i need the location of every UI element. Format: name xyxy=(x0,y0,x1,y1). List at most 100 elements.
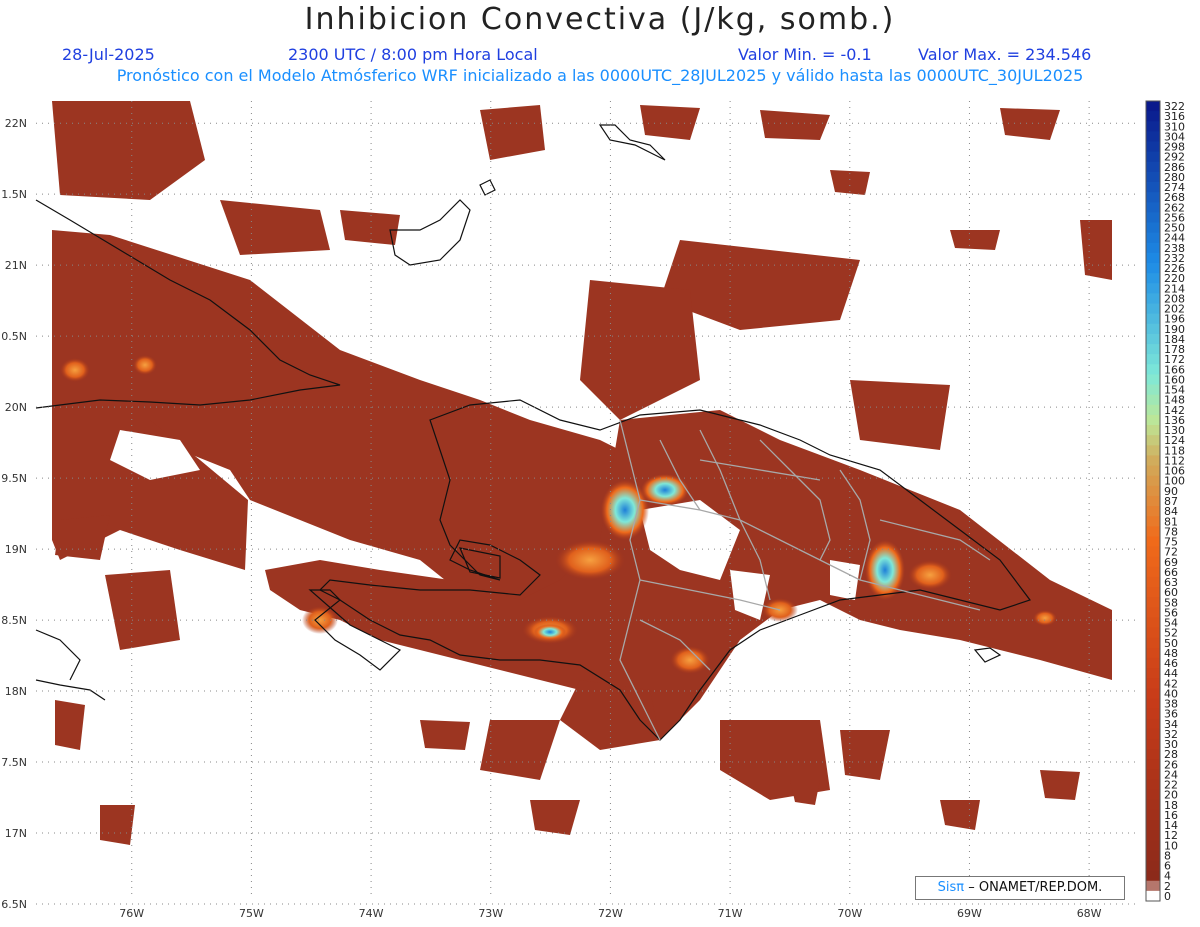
lon-tick-label: 68W xyxy=(1077,907,1102,920)
colorbar-swatch xyxy=(1146,880,1160,892)
colorbar-swatch xyxy=(1146,556,1160,568)
colorbar-swatch xyxy=(1146,678,1160,689)
onamet-logo: Sisπ – ONAMET/REP.DOM. xyxy=(915,876,1125,900)
colorbar-swatch xyxy=(1146,495,1160,507)
colorbar-swatch xyxy=(1146,698,1160,710)
colorbar-swatch xyxy=(1146,232,1160,244)
lat-tick-label: 7.5N xyxy=(1,756,27,769)
colorbar-swatch xyxy=(1146,789,1160,801)
colorbar-swatch xyxy=(1146,779,1160,791)
colorbar-swatch xyxy=(1146,546,1160,558)
colorbar-swatch xyxy=(1146,637,1160,649)
colorbar-swatch xyxy=(1146,313,1160,325)
colorbar-swatch xyxy=(1146,576,1160,588)
sis-brand: Sisπ xyxy=(937,880,965,895)
colorbar-swatch xyxy=(1146,151,1160,163)
lat-tick-label: 22N xyxy=(5,117,27,130)
colorbar-swatch xyxy=(1146,870,1160,882)
colorbar-swatch xyxy=(1146,617,1160,629)
colorbar-swatch xyxy=(1146,374,1160,386)
cin-map: 76W 75W 74W 73W 72W 71W 70W 69W 68W 22N 1.5N 21N 0.5… xyxy=(1,100,1185,920)
colorbar-swatch xyxy=(1146,222,1160,234)
colorbar-swatch xyxy=(1146,627,1160,639)
colorbar-swatch xyxy=(1146,860,1160,872)
colorbar-swatch xyxy=(1146,364,1160,375)
lon-tick-label: 75W xyxy=(239,907,264,920)
colorbar-swatch xyxy=(1146,516,1160,527)
colorbar-swatch xyxy=(1146,647,1160,659)
lon-tick-label: 70W xyxy=(837,907,862,920)
colorbar-swatch xyxy=(1146,273,1160,284)
colorbar-label: 0 xyxy=(1164,890,1171,903)
lon-tick-label: 72W xyxy=(598,907,623,920)
colorbar-swatch xyxy=(1146,131,1160,143)
colorbar-swatch xyxy=(1146,688,1160,699)
colorbar-swatch xyxy=(1146,323,1160,335)
colorbar-swatch xyxy=(1146,809,1160,821)
colorbar-swatch xyxy=(1146,455,1160,467)
colorbar-swatch xyxy=(1146,799,1160,811)
lat-tick-label: 8.5N xyxy=(1,614,27,627)
colorbar-swatch xyxy=(1146,668,1160,679)
lon-tick-label: 76W xyxy=(119,907,144,920)
colorbar-swatch xyxy=(1146,283,1160,294)
colorbar-swatch xyxy=(1146,333,1160,345)
lat-tick-label: 0.5N xyxy=(1,330,27,343)
colorbar-swatch xyxy=(1146,293,1160,305)
colorbar-swatch xyxy=(1146,738,1160,750)
colorbar-swatch xyxy=(1146,465,1160,477)
colorbar-swatch xyxy=(1146,840,1160,851)
colorbar-swatch xyxy=(1146,111,1160,122)
colorbar-swatch xyxy=(1146,506,1160,517)
colorbar-swatch xyxy=(1146,344,1160,355)
colorbar-swatch xyxy=(1146,526,1160,537)
colorbar-swatch xyxy=(1146,354,1160,365)
colorbar-swatch xyxy=(1146,587,1160,598)
colorbar-swatch xyxy=(1146,890,1160,902)
colorbar-swatch xyxy=(1146,182,1160,193)
lon-tick-label: 71W xyxy=(718,907,743,920)
lat-tick-label: 1.5N xyxy=(1,188,27,201)
org-brand: – ONAMET/REP.DOM. xyxy=(968,880,1103,895)
lat-tick-label: 19N xyxy=(5,543,27,556)
colorbar-swatch xyxy=(1146,192,1160,203)
colorbar-swatch xyxy=(1146,759,1160,770)
colorbar-swatch xyxy=(1146,607,1160,618)
lat-tick-label: 18N xyxy=(5,685,27,698)
colorbar-swatch xyxy=(1146,303,1160,315)
colorbar-swatch xyxy=(1146,749,1160,760)
colorbar-swatch xyxy=(1146,141,1160,153)
colorbar-swatch xyxy=(1146,404,1160,416)
colorbar: 3223163103042982922862802742682622562502… xyxy=(1145,100,1185,903)
colorbar-swatch xyxy=(1146,819,1160,831)
colorbar-swatch xyxy=(1146,252,1160,264)
colorbar-swatch xyxy=(1146,485,1160,497)
colorbar-swatch xyxy=(1146,121,1160,132)
colorbar-swatch xyxy=(1146,657,1160,669)
lat-tick-label: 21N xyxy=(5,259,27,272)
colorbar-swatch xyxy=(1146,728,1160,740)
lat-tick-label: 9.5N xyxy=(1,472,27,485)
colorbar-swatch xyxy=(1146,425,1160,436)
colorbar-swatch xyxy=(1146,212,1160,224)
colorbar-swatch xyxy=(1146,161,1160,173)
colorbar-swatch xyxy=(1146,394,1160,406)
colorbar-swatch xyxy=(1146,435,1160,446)
colorbar-swatch xyxy=(1146,566,1160,578)
lat-tick-label: 6.5N xyxy=(1,898,27,911)
colorbar-swatch xyxy=(1146,718,1160,730)
lon-tick-label: 73W xyxy=(478,907,503,920)
lat-tick-label: 17N xyxy=(5,827,27,840)
colorbar-swatch xyxy=(1146,101,1160,112)
colorbar-swatch xyxy=(1146,263,1160,274)
colorbar-swatch xyxy=(1146,597,1160,608)
colorbar-swatch xyxy=(1146,202,1160,213)
lon-tick-label: 69W xyxy=(957,907,982,920)
colorbar-swatch xyxy=(1146,171,1160,183)
lon-tick-label: 74W xyxy=(359,907,384,920)
colorbar-swatch xyxy=(1146,384,1160,396)
lat-tick-label: 20N xyxy=(5,401,27,414)
colorbar-swatch xyxy=(1146,445,1160,456)
colorbar-swatch xyxy=(1146,769,1160,780)
colorbar-swatch xyxy=(1146,536,1160,548)
